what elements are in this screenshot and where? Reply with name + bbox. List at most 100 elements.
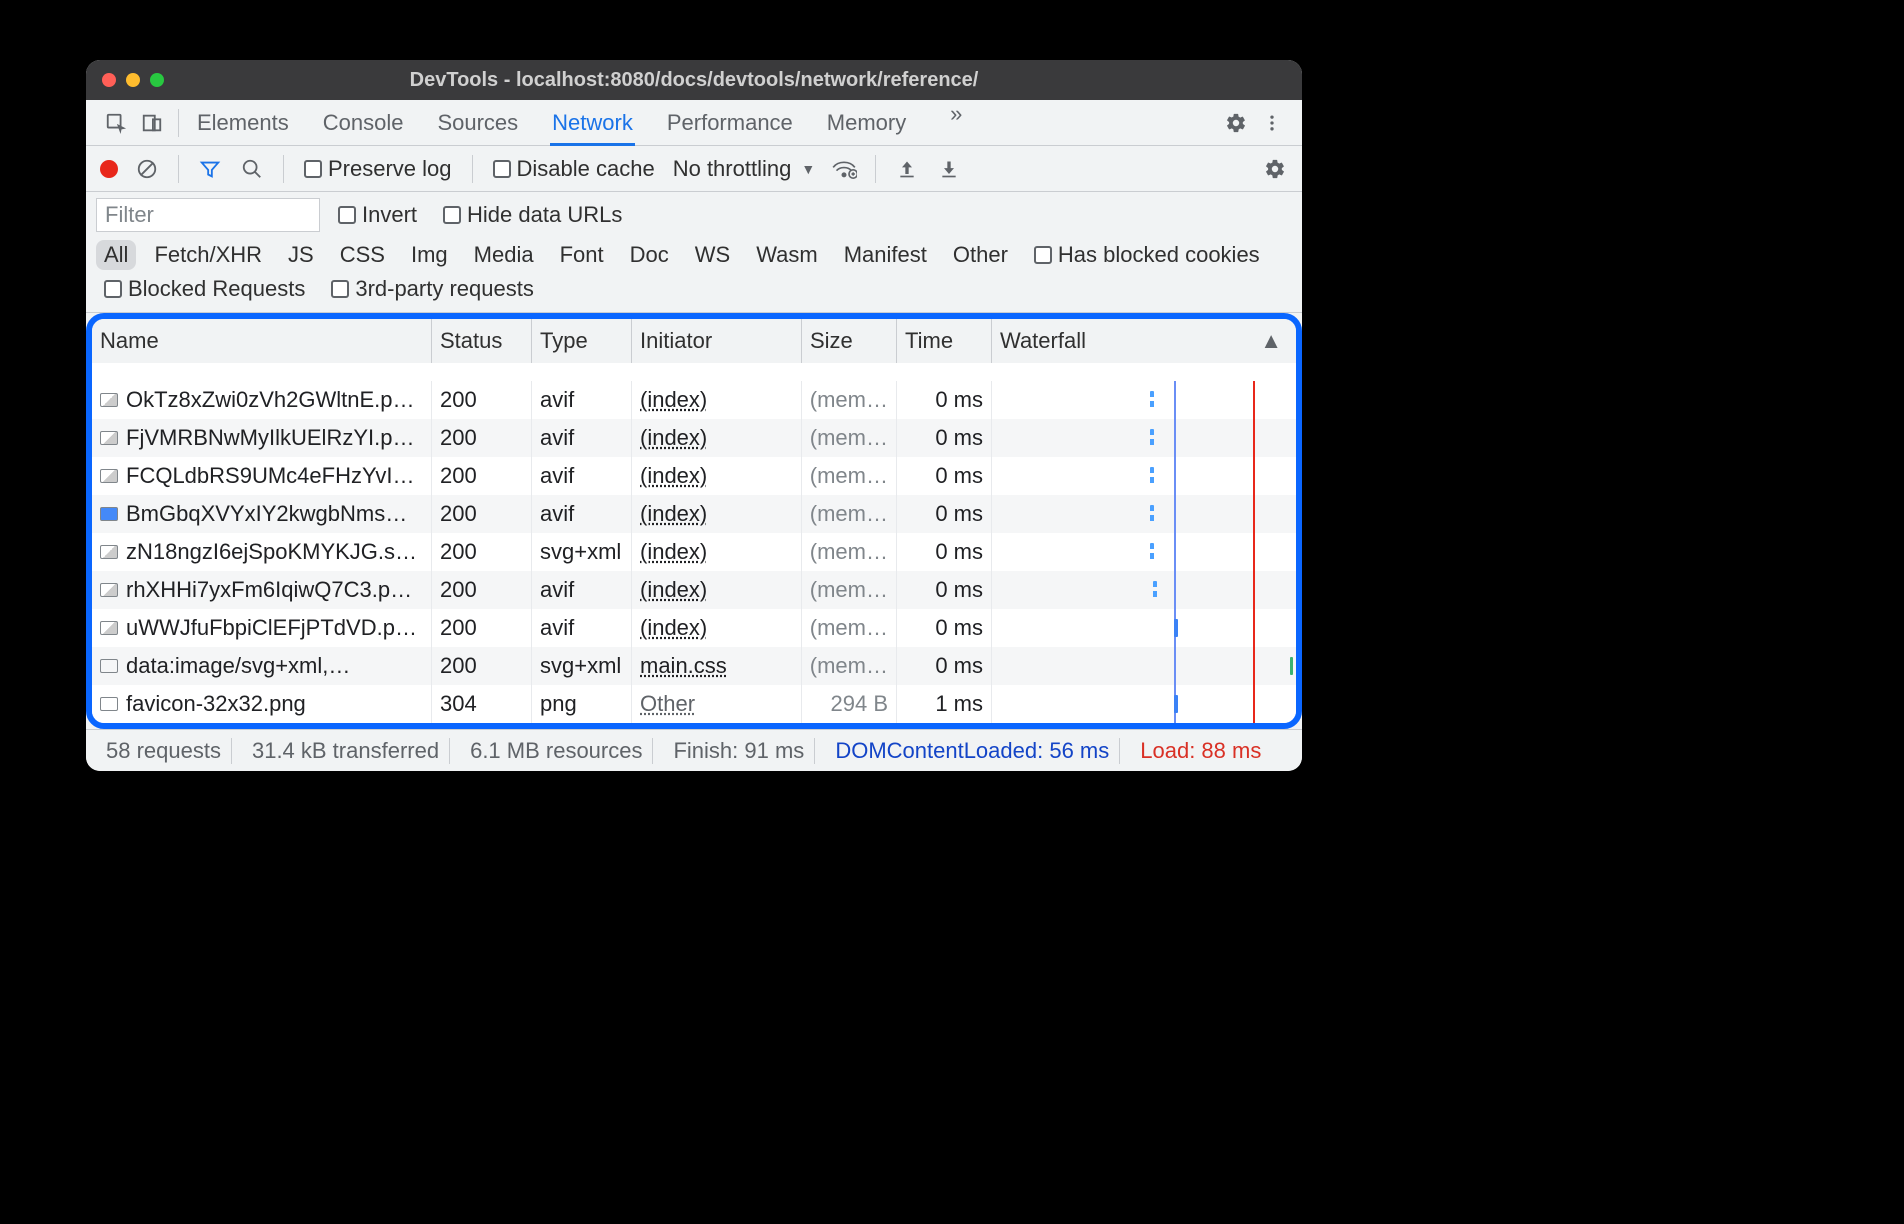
panel-tabs: Elements Console Sources Network Perform… [195,100,974,145]
status-transferred: 31.4 kB transferred [242,738,450,764]
cell-initiator: (index) [632,571,802,609]
table-row[interactable]: data:image/svg+xml,…200svg+xmlmain.css(m… [92,647,1296,685]
cell-type: avif [532,381,632,419]
col-initiator[interactable]: Initiator [632,319,802,363]
cell-waterfall [992,457,1296,495]
tab-elements[interactable]: Elements [195,100,291,145]
initiator-link[interactable]: (index) [640,463,707,489]
filter-type-img[interactable]: Img [403,240,456,270]
filter-type-all[interactable]: All [96,240,136,270]
initiator-link[interactable]: (index) [640,425,707,451]
throttling-select[interactable]: No throttling▼ [673,156,815,182]
cell-time: 0 ms [897,495,992,533]
tab-network[interactable]: Network [550,100,635,145]
cell-name: data:image/svg+xml,… [92,647,432,685]
titlebar: DevTools - localhost:8080/docs/devtools/… [86,60,1302,100]
initiator-link[interactable]: (index) [640,577,707,603]
more-tabs-icon[interactable]: » [942,100,970,128]
network-conditions-icon[interactable] [829,159,859,179]
requests-table: Name Status Type Initiator Size Time Wat… [86,313,1302,729]
search-icon[interactable] [237,158,267,180]
col-status[interactable]: Status [432,319,532,363]
has-blocked-cookies-checkbox[interactable]: Has blocked cookies [1034,242,1260,268]
cell-time: 0 ms [897,609,992,647]
clear-icon[interactable] [132,158,162,180]
request-name: BmGbqXVYxIY2kwgbNms… [126,501,407,527]
table-row[interactable]: uWWJfuFbpiClEFjPTdVD.p…200avif(index)(me… [92,609,1296,647]
status-requests: 58 requests [96,738,232,764]
zoom-window-button[interactable] [150,73,164,87]
request-name: data:image/svg+xml,… [126,653,350,679]
filter-type-font[interactable]: Font [552,240,612,270]
filter-type-css[interactable]: CSS [332,240,393,270]
request-name: FCQLdbRS9UMc4eFHzYvI… [126,463,415,489]
download-har-icon[interactable] [934,159,964,179]
table-row[interactable]: rhXHHi7yxFm6IqiwQ7C3.p…200avif(index)(me… [92,571,1296,609]
col-waterfall[interactable]: Waterfall▲ [992,319,1296,363]
invert-label: Invert [362,202,417,228]
record-button[interactable] [100,160,118,178]
invert-checkbox[interactable]: Invert [338,202,417,228]
filter-type-bar: All Fetch/XHR JS CSS Img Media Font Doc WS Wasm Ma… [86,238,1302,276]
cell-status: 200 [432,571,532,609]
filter-type-doc[interactable]: Doc [622,240,677,270]
cell-status: 200 [432,533,532,571]
kebab-menu-icon[interactable] [1258,109,1286,137]
table-row[interactable]: BmGbqXVYxIY2kwgbNms…200avif(index)(mem…0… [92,495,1296,533]
cell-initiator: (index) [632,609,802,647]
filter-type-media[interactable]: Media [466,240,542,270]
tab-performance[interactable]: Performance [665,100,795,145]
cell-waterfall [992,647,1296,685]
cell-waterfall [992,571,1296,609]
cell-initiator: (index) [632,457,802,495]
col-type[interactable]: Type [532,319,632,363]
filter-type-wasm[interactable]: Wasm [748,240,826,270]
filter-toggle-icon[interactable] [195,158,225,180]
tab-console[interactable]: Console [321,100,406,145]
preserve-log-checkbox[interactable]: Preserve log [304,156,452,182]
throttling-value: No throttling [673,156,792,182]
minimize-window-button[interactable] [126,73,140,87]
status-domcontentloaded: DOMContentLoaded: 56 ms [825,738,1120,764]
table-row[interactable]: zN18ngzI6ejSpoKMYKJG.s…200svg+xml(index)… [92,533,1296,571]
filter-type-fetchxhr[interactable]: Fetch/XHR [146,240,270,270]
cell-name: FCQLdbRS9UMc4eFHzYvI… [92,457,432,495]
table-row[interactable]: favicon-32x32.png304pngOther294 B1 ms [92,685,1296,723]
filter-type-ws[interactable]: WS [687,240,738,270]
filter-type-js[interactable]: JS [280,240,322,270]
hide-data-urls-label: Hide data URLs [467,202,622,228]
blocked-requests-checkbox[interactable]: Blocked Requests [104,276,305,302]
upload-har-icon[interactable] [892,159,922,179]
filter-input[interactable]: Filter [96,198,320,232]
initiator-link[interactable]: (index) [640,615,707,641]
table-row[interactable]: OkTz8xZwi0zVh2GWltnE.p…200avif(index)(me… [92,381,1296,419]
settings-gear-icon[interactable] [1222,109,1250,137]
cell-status: 200 [432,457,532,495]
initiator-link[interactable]: main.css [640,653,727,679]
third-party-checkbox[interactable]: 3rd-party requests [331,276,534,302]
table-row[interactable]: FCQLdbRS9UMc4eFHzYvI…200avif(index)(mem…… [92,457,1296,495]
filter-type-manifest[interactable]: Manifest [836,240,935,270]
table-row[interactable]: FjVMRBNwMyIlkUElRzYI.p…200avif(index)(me… [92,419,1296,457]
tab-sources[interactable]: Sources [435,100,520,145]
hide-data-urls-checkbox[interactable]: Hide data URLs [443,202,622,228]
cell-time: 1 ms [897,685,992,723]
file-icon [100,621,118,635]
col-time[interactable]: Time [897,319,992,363]
col-name[interactable]: Name [92,319,432,363]
device-toggle-icon[interactable] [138,109,166,137]
cell-status: 200 [432,495,532,533]
filter-type-other[interactable]: Other [945,240,1016,270]
tab-memory[interactable]: Memory [825,100,908,145]
request-name: favicon-32x32.png [126,691,306,717]
panel-settings-gear-icon[interactable] [1260,158,1290,180]
initiator-link[interactable]: (index) [640,387,707,413]
inspect-element-icon[interactable] [102,109,130,137]
initiator-link[interactable]: (index) [640,501,707,527]
close-window-button[interactable] [102,73,116,87]
request-name: FjVMRBNwMyIlkUElRzYI.p… [126,425,414,451]
disable-cache-checkbox[interactable]: Disable cache [493,156,655,182]
col-size[interactable]: Size [802,319,897,363]
file-icon [100,545,118,559]
initiator-link[interactable]: (index) [640,539,707,565]
